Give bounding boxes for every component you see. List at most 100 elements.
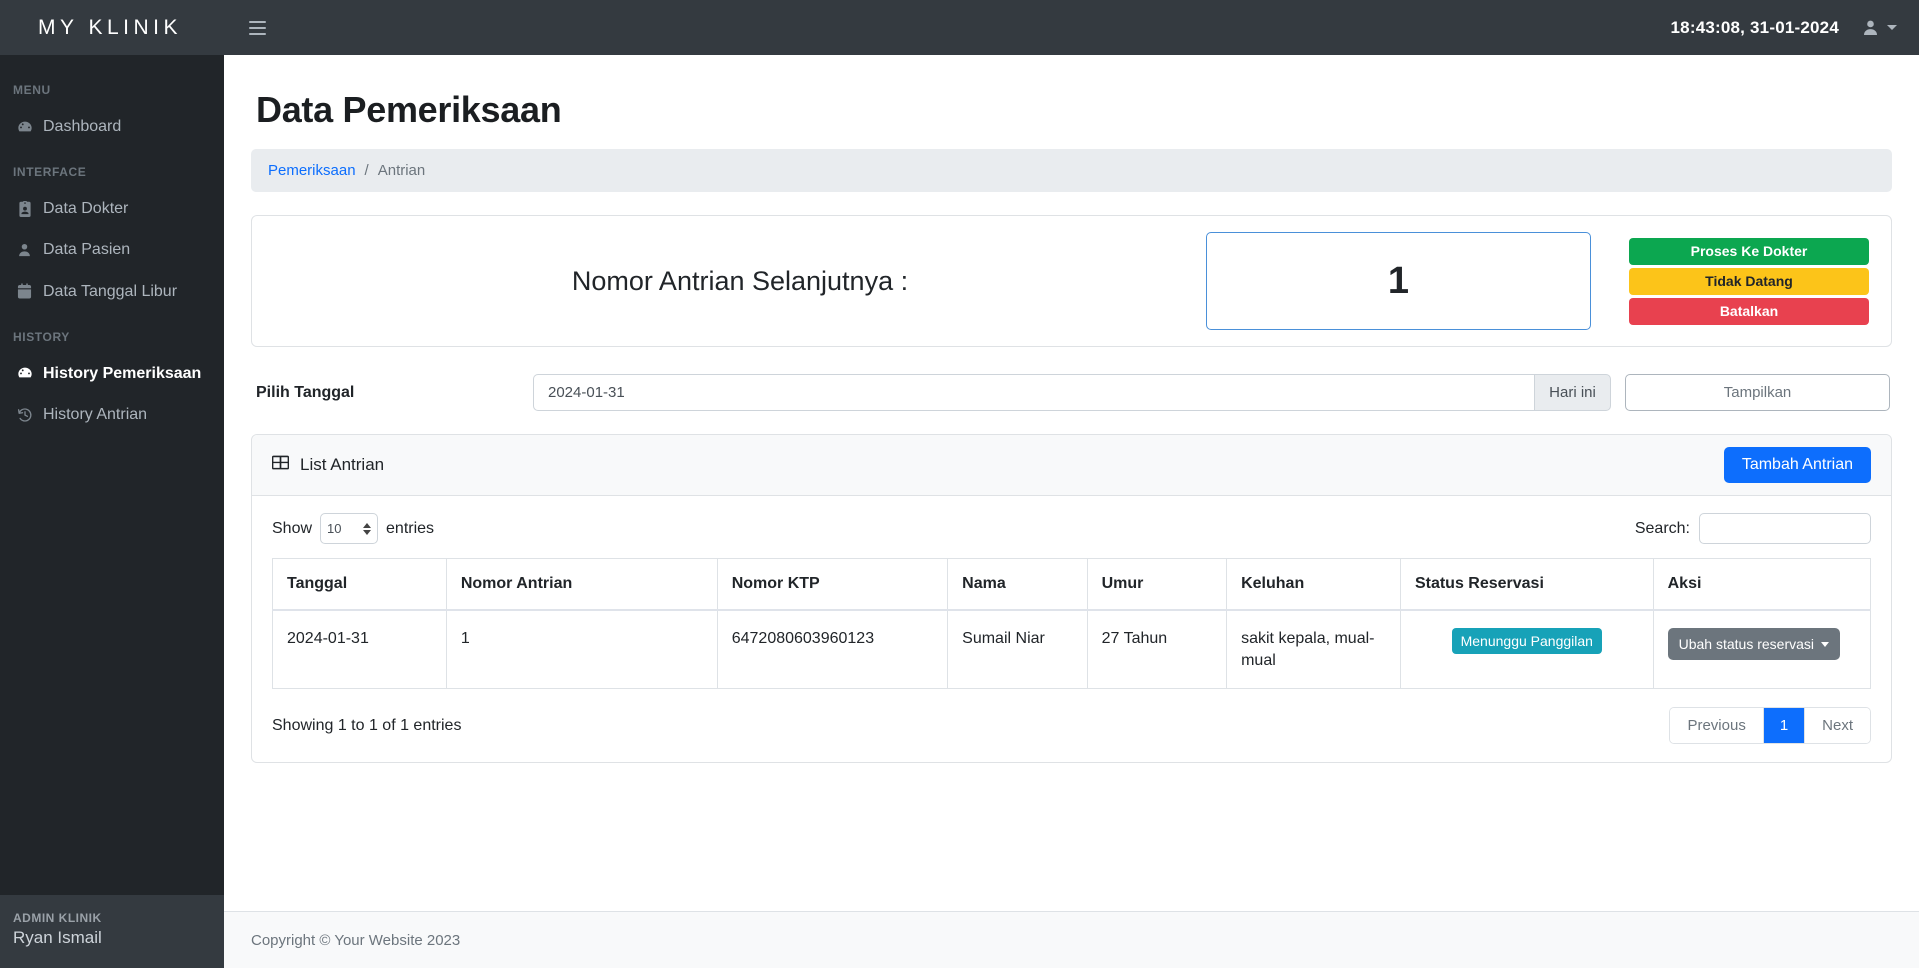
- copyright-text: Copyright © Your Website 2023: [251, 931, 461, 949]
- datatable-length-control: Show 10 entries: [272, 513, 434, 544]
- page-footer: Copyright © Your Website 2023: [224, 911, 1919, 968]
- column-header-nomor-ktp[interactable]: Nomor KTP: [716, 558, 949, 611]
- date-input[interactable]: [533, 374, 1534, 411]
- chevron-down-icon: [1821, 641, 1830, 647]
- cell-nomor-antrian: 1: [445, 609, 718, 690]
- sidebar-heading-history: HISTORY: [13, 329, 70, 344]
- breadcrumb: Pemeriksaan / Antrian: [251, 149, 1892, 192]
- column-header-keluhan[interactable]: Keluhan: [1226, 558, 1401, 611]
- datatable-search-control: Search:: [1635, 513, 1871, 544]
- brand-logo[interactable]: MY KLINIK: [0, 16, 224, 40]
- sidebar-item-data-pasien[interactable]: Data Pasien: [0, 229, 224, 270]
- tidak-datang-button[interactable]: Tidak Datang: [1629, 267, 1869, 295]
- datatable-info: Showing 1 to 1 of 1 entries: [272, 716, 462, 734]
- table-grid-icon: [272, 454, 289, 476]
- column-header-nama[interactable]: Nama: [947, 558, 1088, 611]
- entries-label: entries: [386, 519, 435, 537]
- column-header-tanggal[interactable]: Tanggal: [272, 558, 447, 611]
- status-badge: Menunggu Panggilan: [1451, 628, 1602, 654]
- batalkan-button[interactable]: Batalkan: [1629, 297, 1869, 325]
- cell-aksi: Ubah status reservasi: [1652, 609, 1872, 690]
- sidebar-item-label: History Pemeriksaan: [43, 364, 202, 382]
- tachometer-icon: [16, 365, 33, 381]
- topbar-right: 18:43:08, 31-01-2024: [1671, 18, 1919, 38]
- page-length-select[interactable]: 10: [320, 513, 379, 544]
- table-header-row: Tanggal Nomor Antrian Nomor KTP Nama Umu…: [272, 558, 1872, 611]
- top-navbar: MY KLINIK 18:43:08, 31-01-2024: [0, 0, 1919, 55]
- sidebar-item-label: Data Pasien: [43, 241, 131, 259]
- content-container: Data Pemeriksaan Pemeriksaan / Antrian N…: [224, 55, 1919, 911]
- sidebar-item-data-tanggal-libur[interactable]: Data Tanggal Libur: [0, 271, 224, 312]
- proses-ke-dokter-button[interactable]: Proses Ke Dokter: [1629, 237, 1869, 265]
- column-header-status-reservasi[interactable]: Status Reservasi: [1399, 558, 1654, 611]
- history-clock-icon: [16, 407, 33, 423]
- tampilkan-button[interactable]: Tampilkan: [1625, 374, 1890, 411]
- sidebar-item-label: Data Dokter: [43, 200, 129, 218]
- main-content: Data Pemeriksaan Pemeriksaan / Antrian N…: [224, 55, 1919, 968]
- search-input[interactable]: [1699, 513, 1871, 544]
- chevron-down-icon: [1887, 25, 1897, 30]
- sidebar-item-label: Dashboard: [43, 118, 122, 135]
- table-row: 2024-01-31 1 6472080603960123 Sumail Nia…: [272, 609, 1872, 690]
- body-wrapper: MENU Dashboard INTERFACE Data Dokter Dat…: [0, 55, 1919, 968]
- column-header-nomor-antrian[interactable]: Nomor Antrian: [445, 558, 718, 611]
- datatable-footer: Showing 1 to 1 of 1 entries Previous 1 N…: [272, 707, 1871, 745]
- user-icon: [1861, 18, 1880, 37]
- antrian-table: Tanggal Nomor Antrian Nomor KTP Nama Umu…: [272, 558, 1872, 690]
- table-body: 2024-01-31 1 6472080603960123 Sumail Nia…: [272, 609, 1872, 690]
- page-length-value: 10: [327, 521, 342, 536]
- breadcrumb-current: Antrian: [377, 162, 426, 179]
- tachometer-icon: [16, 119, 33, 135]
- sidebar-user-panel[interactable]: ADMIN KLINIK Ryan Ismail: [0, 895, 224, 968]
- datatable-controls: Show 10 entries Search:: [272, 513, 1871, 544]
- breadcrumb-link-pemeriksaan[interactable]: Pemeriksaan: [268, 162, 356, 179]
- id-badge-icon: [16, 200, 33, 217]
- date-input-group: Hari ini: [533, 374, 1611, 411]
- tambah-antrian-button[interactable]: Tambah Antrian: [1723, 447, 1871, 483]
- calendar-icon: [16, 283, 33, 299]
- cell-umur: 27 Tahun: [1086, 609, 1228, 690]
- chevron-updown-icon: [363, 522, 372, 535]
- card-title-text: List Antrian: [300, 455, 385, 474]
- sidebar-item-data-dokter[interactable]: Data Dokter: [0, 188, 224, 229]
- sidebar-heading-menu: MENU: [13, 83, 51, 97]
- list-antrian-card: List Antrian Tambah Antrian Show 10 entr…: [251, 434, 1892, 764]
- date-filter-row: Pilih Tanggal Hari ini Tampilkan: [251, 374, 1892, 411]
- pagination-next[interactable]: Next: [1805, 708, 1870, 744]
- pagination-page-1[interactable]: 1: [1763, 708, 1806, 744]
- cell-nama: Sumail Niar: [947, 609, 1088, 690]
- next-queue-label: Nomor Antrian Selanjutnya :: [571, 265, 909, 296]
- user-menu-button[interactable]: [1861, 18, 1897, 37]
- breadcrumb-separator: /: [364, 162, 369, 179]
- hamburger-icon[interactable]: [242, 13, 272, 43]
- action-button-label: Ubah status reservasi: [1678, 636, 1815, 652]
- card-body: Show 10 entries Search: Tanggal Nomor An…: [252, 496, 1891, 762]
- date-filter-label: Pilih Tanggal: [256, 383, 355, 401]
- sidebar-heading-interface: INTERFACE: [13, 165, 87, 180]
- cell-nomor-ktp: 6472080603960123: [716, 609, 949, 690]
- next-queue-number: 1: [1206, 232, 1591, 330]
- cell-keluhan: sakit kepala, mual-mual: [1226, 609, 1401, 690]
- card-header: List Antrian Tambah Antrian: [252, 435, 1891, 496]
- pagination: Previous 1 Next: [1669, 707, 1871, 745]
- show-label: Show: [272, 519, 313, 537]
- sidebar-item-history-pemeriksaan[interactable]: History Pemeriksaan: [0, 353, 224, 394]
- sidebar-item-history-antrian[interactable]: History Antrian: [0, 394, 224, 435]
- next-queue-card: Nomor Antrian Selanjutnya : 1 Proses Ke …: [251, 215, 1892, 347]
- page-title: Data Pemeriksaan: [256, 89, 562, 130]
- cell-tanggal: 2024-01-31: [272, 609, 447, 690]
- hari-ini-button[interactable]: Hari ini: [1534, 374, 1611, 411]
- clock-display: 18:43:08, 31-01-2024: [1670, 17, 1839, 37]
- card-title: List Antrian: [272, 454, 384, 476]
- ubah-status-reservasi-button[interactable]: Ubah status reservasi: [1667, 628, 1841, 660]
- sidebar-item-label: Data Tanggal Libur: [43, 282, 178, 300]
- column-header-umur[interactable]: Umur: [1086, 558, 1228, 611]
- cell-status-reservasi: Menunggu Panggilan: [1399, 609, 1654, 690]
- pagination-previous[interactable]: Previous: [1670, 708, 1764, 744]
- table-head: Tanggal Nomor Antrian Nomor KTP Nama Umu…: [272, 558, 1872, 611]
- column-header-aksi[interactable]: Aksi: [1652, 558, 1872, 611]
- search-label: Search:: [1634, 519, 1690, 537]
- sidebar-nav: MENU Dashboard INTERFACE Data Dokter Dat…: [0, 55, 224, 895]
- sidebar-item-label: History Antrian: [43, 405, 148, 423]
- sidebar-item-dashboard[interactable]: Dashboard: [0, 106, 224, 147]
